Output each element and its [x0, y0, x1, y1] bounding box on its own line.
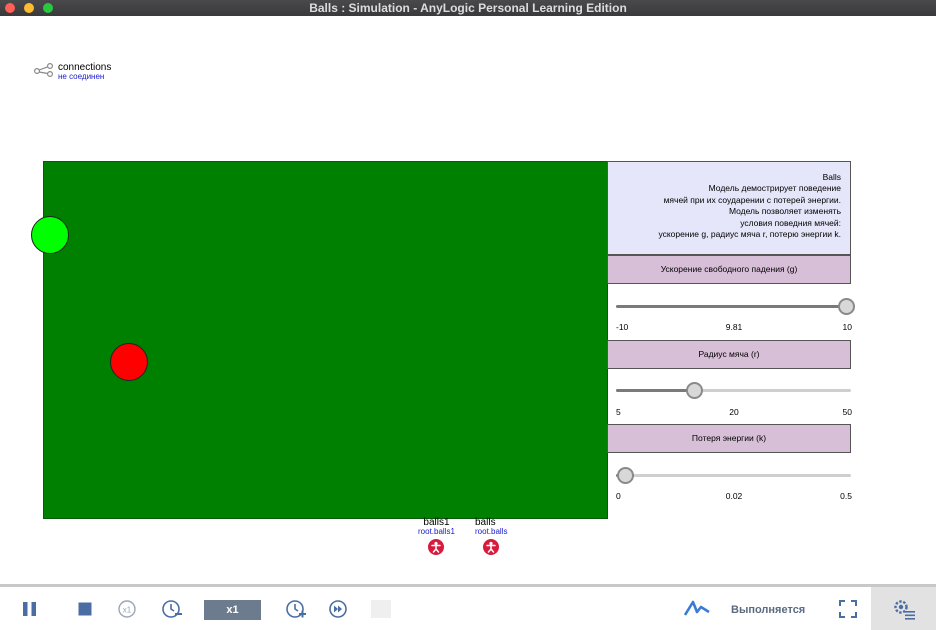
pause-button[interactable]: [21, 599, 39, 619]
slider-thumb[interactable]: [838, 298, 856, 315]
energy-loss-slider[interactable]: [616, 466, 851, 486]
fullscreen-icon: [839, 600, 857, 618]
slider-min-label: 5: [616, 407, 621, 417]
description-line: ускорение g, радиус мяча r, потерю энерг…: [658, 229, 841, 240]
agent-population-balls1[interactable]: balls1 root.balls1: [418, 517, 455, 555]
agent-path: root.balls: [475, 527, 508, 536]
window-titlebar: Balls : Simulation - AnyLogic Personal L…: [0, 0, 936, 16]
radius-slider[interactable]: [616, 381, 851, 401]
agent-icon: [428, 539, 445, 555]
virtual-time-icon: x1: [118, 600, 136, 618]
slider-value-label: 9.81: [725, 322, 743, 332]
svg-text:x1: x1: [123, 606, 132, 615]
fullscreen-button[interactable]: [838, 599, 858, 619]
slider-max-label: 0.5: [840, 491, 852, 501]
red-ball: [110, 343, 148, 381]
step-icon: [370, 600, 391, 618]
speed-indicator: x1: [204, 600, 261, 620]
run-until-button[interactable]: [328, 599, 348, 619]
gravity-param-header: Ускорение свободного падения (g): [607, 255, 851, 284]
slider-value-label: 0.02: [725, 491, 743, 501]
energy-loss-param-header: Потеря энергии (k): [607, 424, 851, 453]
slider-max-label: 50: [842, 407, 852, 417]
description-line: Balls: [822, 172, 841, 182]
step-button[interactable]: [370, 599, 391, 619]
connections-status: не соединен: [58, 72, 105, 81]
description-line: мячей при их соударении с потерей энерги…: [663, 194, 841, 205]
model-description-panel: Balls Модель демострирует поведение мяче…: [607, 161, 851, 255]
window-title: Balls : Simulation - AnyLogic Personal L…: [309, 1, 627, 15]
simulation-field: [31, 161, 608, 519]
gear-icon: [894, 600, 915, 620]
run-status: Выполняется: [731, 604, 806, 616]
description-line: Модель демострирует поведение: [708, 183, 841, 194]
speed-up-button[interactable]: [285, 599, 307, 619]
virtual-time-button[interactable]: x1: [117, 599, 137, 619]
slider-fill: [616, 305, 847, 308]
radius-param-header: Радиус мяча (r): [607, 340, 851, 369]
agent-population-balls[interactable]: balls root.balls: [475, 517, 507, 555]
slider-max-label: 10: [842, 322, 852, 332]
pause-icon: [23, 602, 36, 616]
stop-button[interactable]: [77, 599, 93, 619]
gravity-slider[interactable]: [616, 297, 856, 317]
slider-thumb[interactable]: [617, 467, 635, 484]
slider-value-label: 20: [729, 407, 739, 417]
description-line: Модель позволяет изменять: [728, 206, 841, 217]
anylogic-logo-icon: [684, 600, 710, 616]
simulation-toolbar: x1 x1 Выполняется: [0, 584, 936, 630]
speed-up-clock-icon: [286, 600, 306, 618]
settings-panel[interactable]: [871, 587, 936, 630]
network-share-icon: [34, 63, 53, 77]
slow-down-button[interactable]: [161, 599, 183, 619]
slider-min-label: -10: [616, 322, 629, 332]
slider-track: [616, 474, 851, 477]
description-line: условия поведния мячей:: [740, 217, 841, 228]
agent-path: root.balls1: [418, 527, 455, 536]
gravity-slider-labels: -10 9.81 10: [616, 322, 852, 334]
slow-down-clock-icon: [162, 600, 182, 618]
green-ball: [31, 216, 69, 254]
slider-min-label: 0: [616, 491, 621, 501]
fast-forward-icon: [329, 600, 347, 618]
agent-icon: [483, 539, 500, 555]
anylogic-logo: [684, 599, 710, 619]
radius-slider-labels: 5 20 50: [616, 407, 852, 419]
stop-icon: [78, 602, 92, 616]
energy-loss-slider-labels: 0 0.02 0.5: [616, 491, 852, 503]
slider-thumb[interactable]: [686, 382, 704, 399]
slider-fill: [616, 389, 695, 392]
